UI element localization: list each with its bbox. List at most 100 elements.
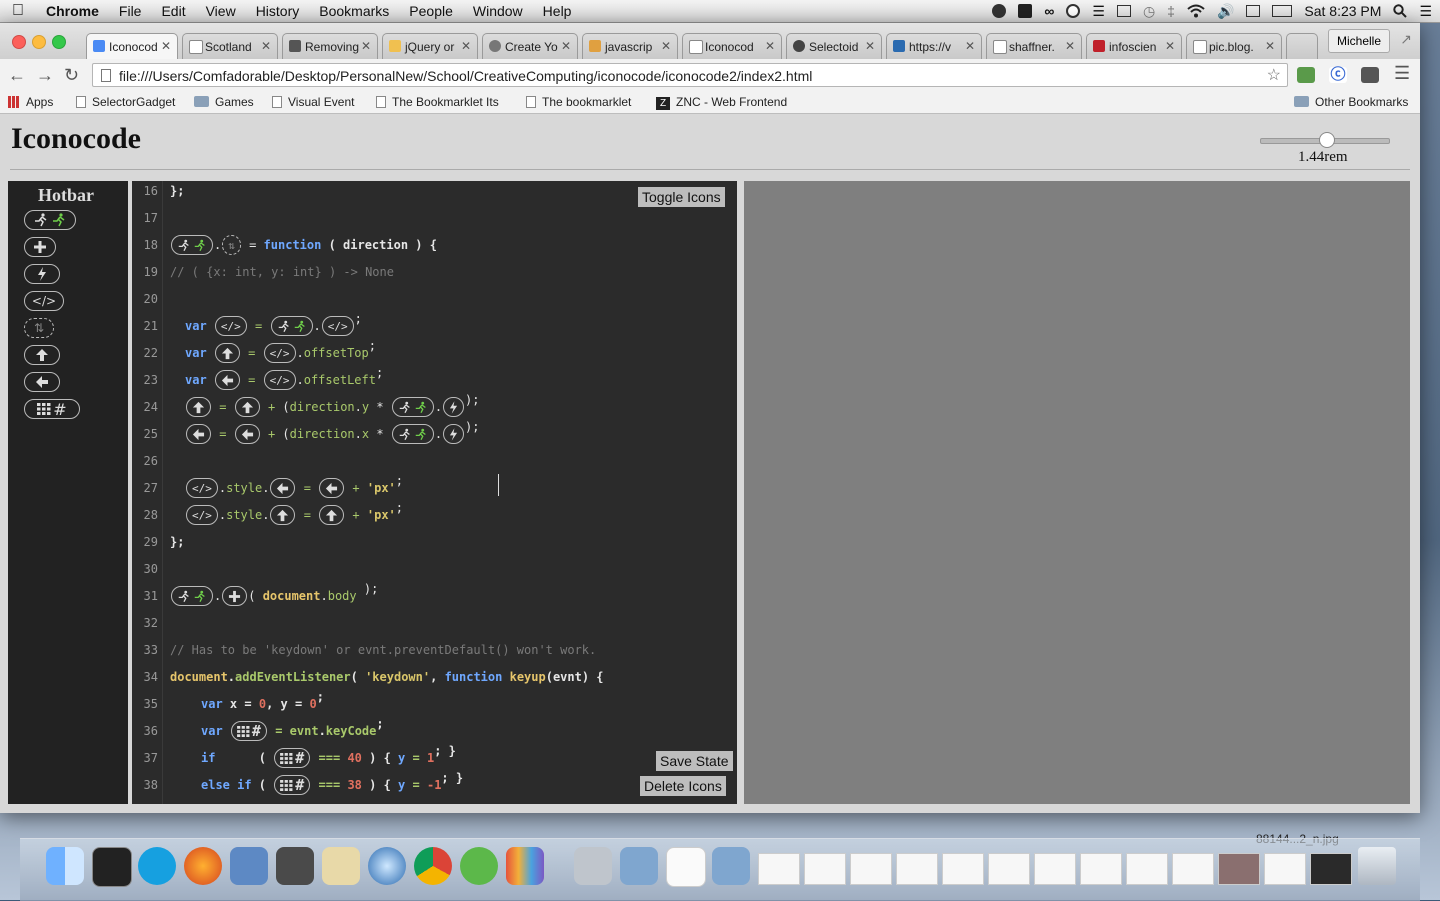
menu-file[interactable]: File (109, 3, 152, 19)
close-tab-icon[interactable]: ✕ (865, 39, 875, 53)
close-tab-icon[interactable]: ✕ (261, 39, 271, 53)
close-tab-icon[interactable]: ✕ (661, 39, 671, 53)
hotbar-runner-icon[interactable] (24, 210, 76, 230)
code-icon-token[interactable]: </> (186, 478, 218, 498)
minimized-window-thumbnail[interactable] (988, 853, 1030, 885)
documents-folder-icon[interactable] (712, 847, 750, 885)
clock-text[interactable]: Sat 8:23 PM (1304, 3, 1381, 19)
apple-icon[interactable]:  (0, 2, 36, 20)
tab-create[interactable]: Create Yo ✕ (482, 33, 578, 59)
terminal-icon[interactable] (92, 847, 132, 887)
arrow-left-icon-token[interactable] (214, 370, 240, 390)
bookmark-the-bookmarklet-its[interactable]: The Bookmarklet Its (376, 95, 499, 109)
disk-icon[interactable] (574, 847, 612, 885)
menu-bookmarks[interactable]: Bookmarks (309, 3, 399, 19)
code-icon-token[interactable]: </> (321, 316, 354, 336)
tab-selectoid[interactable]: Selectoid ✕ (786, 33, 882, 59)
bookmark-star-icon[interactable]: ☆ (1267, 64, 1281, 88)
close-tab-icon[interactable]: ✕ (561, 39, 571, 53)
minimized-window-thumbnail[interactable] (1310, 853, 1352, 885)
notification-center-icon[interactable]: ☰ (1419, 3, 1432, 20)
menu-view[interactable]: View (196, 3, 246, 19)
applications-folder-icon[interactable] (620, 847, 658, 885)
minimized-window-thumbnail[interactable] (896, 853, 938, 885)
lightning-icon-token[interactable] (443, 424, 465, 444)
tray-app-icon[interactable] (992, 4, 1007, 18)
code-icon-token[interactable]: </> (263, 343, 296, 363)
chrome-icon[interactable] (414, 847, 452, 885)
monitor-icon[interactable] (230, 847, 268, 885)
arrow-up-icon-token[interactable] (319, 505, 345, 525)
menu-edit[interactable]: Edit (151, 3, 195, 19)
runner-icon-token[interactable] (391, 397, 434, 417)
minimized-window-thumbnail[interactable] (1264, 853, 1306, 885)
hotbar-lightning-icon[interactable] (24, 264, 60, 284)
reload-button[interactable]: ↻ (64, 65, 79, 86)
hotbar-code-icon[interactable]: </> (24, 291, 64, 311)
code-icon-token[interactable]: </> (263, 370, 296, 390)
plus-icon-token[interactable] (222, 586, 248, 606)
pdf-document-icon[interactable] (666, 847, 706, 887)
tab-infoscience[interactable]: infoscien ✕ (1086, 33, 1182, 59)
minimize-window-button[interactable] (32, 35, 46, 49)
runner-icon-token[interactable] (171, 586, 213, 606)
close-tab-icon[interactable]: ✕ (461, 39, 471, 53)
hotbar-gesture-icon[interactable]: ⇅ (24, 318, 54, 338)
other-bookmarks[interactable]: Other Bookmarks (1294, 95, 1408, 109)
minimized-window-thumbnail[interactable] (758, 853, 800, 885)
new-tab-button[interactable] (1286, 33, 1318, 59)
calendar-icon[interactable] (1246, 5, 1261, 17)
save-state-button[interactable]: Save State (656, 751, 733, 771)
arrow-up-icon-token[interactable] (186, 397, 211, 417)
arrow-left-icon-token[interactable] (234, 424, 260, 444)
menu-help[interactable]: Help (533, 3, 582, 19)
keyboard-grid-icon-token[interactable]: # (230, 721, 267, 741)
bookmark-games[interactable]: Games (194, 95, 254, 109)
tab-picblog[interactable]: pic.blog. ✕ (1186, 33, 1282, 59)
preview-canvas[interactable] (744, 181, 1410, 804)
minimized-window-thumbnail[interactable] (850, 853, 892, 885)
close-tab-icon[interactable]: ✕ (1265, 39, 1275, 53)
wifi-icon[interactable] (1187, 4, 1205, 18)
runner-icon-token[interactable] (391, 424, 434, 444)
menu-people[interactable]: People (399, 3, 463, 19)
minimized-window-thumbnail[interactable] (1126, 853, 1168, 885)
arrow-up-icon-token[interactable] (270, 505, 296, 525)
tray-circle-icon[interactable] (1066, 4, 1081, 18)
toggle-icons-button[interactable]: Toggle Icons (638, 187, 725, 207)
close-tab-icon[interactable]: ✕ (1165, 39, 1175, 53)
adium-icon[interactable] (460, 847, 498, 885)
quicktime-icon[interactable] (368, 847, 406, 885)
runner-icon-token[interactable] (270, 316, 313, 336)
time-machine-icon[interactable]: ◷ (1143, 3, 1155, 20)
tab-jquery[interactable]: jQuery or ✕ (382, 33, 478, 59)
window-icon[interactable] (1116, 5, 1131, 17)
gesture-icon-token[interactable]: ⇅ (222, 235, 241, 255)
address-bar[interactable]: file:///Users/Comfadorable/Desktop/Perso… (92, 63, 1288, 87)
tab-scotland[interactable]: Scotland ✕ (182, 33, 278, 59)
lightning-icon-token[interactable] (443, 397, 465, 417)
close-tab-icon[interactable]: ✕ (361, 39, 371, 53)
tab-https[interactable]: https://v ✕ (886, 33, 982, 59)
back-button[interactable]: ← (8, 65, 26, 86)
dropbox-icon[interactable] (1018, 4, 1033, 18)
skype-icon[interactable] (138, 847, 176, 885)
arrow-up-icon-token[interactable] (214, 343, 240, 363)
sublime-icon[interactable] (276, 847, 314, 885)
minimized-window-thumbnail[interactable] (1080, 853, 1122, 885)
firefox-icon[interactable] (184, 847, 222, 885)
close-tab-icon[interactable]: ✕ (1065, 39, 1075, 53)
menu-window[interactable]: Window (463, 3, 533, 19)
solitaire-icon[interactable] (322, 847, 360, 885)
keyboard-grid-icon-token[interactable]: # (274, 775, 311, 795)
code-icon-token[interactable]: </> (186, 505, 218, 525)
infinity-icon[interactable]: ∞ (1044, 3, 1054, 19)
code-icon-token[interactable]: </> (214, 316, 247, 336)
minimized-window-thumbnail[interactable] (942, 853, 984, 885)
profile-button[interactable]: Michelle (1327, 29, 1390, 53)
close-tab-icon[interactable]: ✕ (161, 39, 171, 53)
minimized-window-thumbnail[interactable] (1218, 853, 1260, 885)
minimized-window-thumbnail[interactable] (804, 853, 846, 885)
hotbar-arrow-up-icon[interactable] (24, 345, 60, 365)
extension-panel-icon[interactable] (1361, 67, 1379, 83)
